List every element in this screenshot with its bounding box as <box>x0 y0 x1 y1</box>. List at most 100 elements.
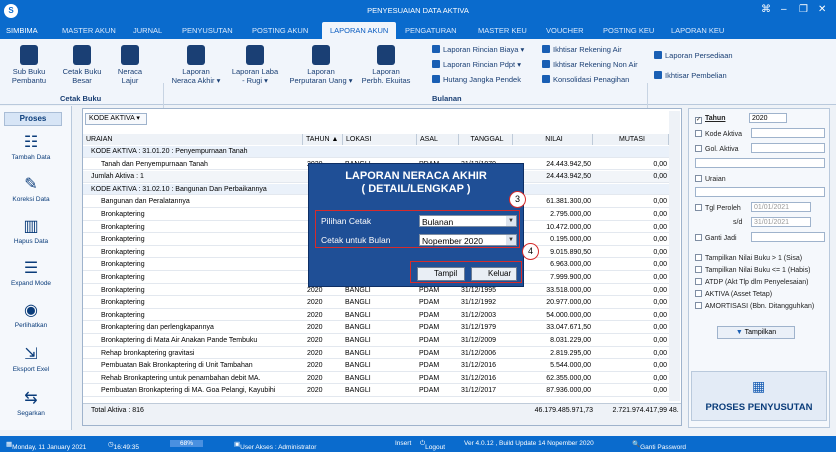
app-menu-icon[interactable]: ⌘ <box>761 4 771 15</box>
doc-icon <box>542 75 550 83</box>
menu-voucher[interactable]: VOUCHER <box>546 26 584 35</box>
status-time: ◷ 16:49:35 <box>108 441 139 451</box>
ganti-password-button[interactable]: 🔍 Ganti Password <box>632 440 686 451</box>
vertical-scrollbar[interactable] <box>669 111 680 401</box>
table-row[interactable]: Rehab Bronkaptering untuk penambahan deb… <box>83 373 669 385</box>
minimize-button[interactable]: – <box>781 4 787 15</box>
laporan-perputaran-uang-button[interactable]: Laporan Perputaran Uang ▾ <box>288 45 354 85</box>
book-icon <box>73 45 91 65</box>
proses-penyusutan-button[interactable]: ▦ PROSES PENYUSUTAN <box>691 371 827 421</box>
laporan-neraca-akhir-button[interactable]: Laporan Neraca Akhir ▾ <box>170 45 222 85</box>
hapus-data-button[interactable]: ▥ Hapus Data <box>0 218 62 245</box>
menu-posting-keu[interactable]: POSTING KEU <box>603 26 654 35</box>
col-header-nilai[interactable]: NILAI <box>513 134 593 145</box>
tgl-peroleh-label: Tgl Peroleh <box>705 205 741 212</box>
table-row[interactable]: Pembuatan Bronkaptering di MA. Goa Pelan… <box>83 385 669 397</box>
opt-aktiva-checkbox[interactable]: AKTIVA (Asset Tetap) <box>695 290 772 298</box>
expand-mode-button[interactable]: ☰ Expand Mode <box>0 260 62 287</box>
col-header-tahun[interactable]: TAHUN ▲ <box>303 134 343 145</box>
opt-atdp-checkbox[interactable]: ATDP (Akt Tlp dlm Penyelesaian) <box>695 278 809 286</box>
cell-nilai: 8.031.229,00 <box>550 337 591 344</box>
cell-uraian: Bronkaptering <box>101 261 145 269</box>
laporan-rincian-biaya-label: Laporan Rincian Biaya ▾ <box>443 45 525 54</box>
konsolidasi-penagihan-label: Konsolidasi Penagihan <box>553 75 630 84</box>
table-row[interactable]: Pembuatan Bak Bronkaptering di Unit Tamb… <box>83 360 669 372</box>
sub-buku-pembantu-button[interactable]: Sub Buku Pembantu <box>8 45 50 85</box>
menu-laporan-keu[interactable]: LAPORAN KEU <box>671 26 724 35</box>
kode-aktiva-input[interactable] <box>751 128 825 138</box>
uraian-checkbox[interactable]: Uraian <box>695 175 726 183</box>
table-row[interactable]: Rehap bronkaptering gravitasi 2020 BANGLI P… <box>83 348 669 360</box>
ikhtisar-pembelian-button[interactable]: Ikhtisar Pembelian <box>654 71 727 80</box>
cell-lokasi: BANGLI <box>345 362 371 370</box>
menu-master-keu[interactable]: MASTER KEU <box>478 26 527 35</box>
filter-icon: ▼ <box>735 329 743 336</box>
cell-nilai: 7.999.900,00 <box>550 274 591 281</box>
close-button[interactable]: ✕ <box>818 4 826 15</box>
ganti-jadi-input[interactable] <box>751 232 825 242</box>
laporan-rincian-biaya-button[interactable]: Laporan Rincian Biaya ▾ <box>432 45 524 54</box>
tgl-peroleh-checkbox[interactable]: Tgl Peroleh <box>695 204 741 212</box>
status-bar: ▦ Monday, 11 January 2021 ◷ 16:49:35 68%… <box>0 436 836 452</box>
title-bar: S PENYESUAIAN DATA AKTIVA ⌘ – ❐ ✕ <box>0 0 836 22</box>
table-row[interactable]: Bronkaptering 2020 BANGLI PDAM 31/12/2003 54.… <box>83 310 669 322</box>
segarkan-button[interactable]: ⇆ Segarkan <box>0 390 62 417</box>
kode-aktiva-checkbox[interactable]: Kode Aktiva <box>695 130 742 138</box>
table-row[interactable]: Bronkaptering 2020 BANGLI PDAM 31/12/1992 20.… <box>83 297 669 309</box>
checkbox-icon <box>695 130 702 137</box>
laporan-persediaan-button[interactable]: Laporan Persediaan <box>654 51 733 60</box>
col-header-asal[interactable]: ASAL <box>417 134 459 145</box>
col-header-lokasi[interactable]: LOKASI <box>343 134 417 145</box>
cell-uraian: Bronkaptering <box>101 299 145 307</box>
pencil-icon: ✎ <box>24 176 38 193</box>
menu-pengaturan[interactable]: PENGATURAN <box>405 26 457 35</box>
neraca-lajur-button[interactable]: Neraca Lajur <box>112 45 148 85</box>
cell-tahun: 2020 <box>307 374 323 382</box>
gol-aktiva-input[interactable] <box>751 143 825 153</box>
gol-aktiva-checkbox[interactable]: Gol. Aktiva <box>695 145 738 153</box>
ikhtisar-rekening-air-button[interactable]: Ikhtisar Rekening Air <box>542 45 622 54</box>
tgl-to-input[interactable]: 31/01/2021 <box>751 217 811 227</box>
tampilkan-button[interactable]: ▼ Tampilkan <box>717 326 795 339</box>
horizontal-scrollbar[interactable] <box>83 416 681 425</box>
col-header-uraian[interactable]: URAIAN <box>83 134 303 145</box>
menu-jurnal[interactable]: JURNAL <box>133 26 162 35</box>
gol-aktiva-detail-input[interactable] <box>695 158 825 168</box>
tgl-from-input[interactable]: 01/01/2021 <box>751 202 811 212</box>
group-by-chip[interactable]: KODE AKTIVA ▾ <box>85 113 147 125</box>
col-header-mutasi[interactable]: MUTASI <box>593 134 669 145</box>
perlihatkan-button[interactable]: ◉ Perlihatkan <box>0 302 62 329</box>
opt-nilai-sisa-checkbox[interactable]: Tampilkan Nilai Buku > 1 (Sisa) <box>695 254 802 262</box>
menu-simbima[interactable]: SIMBIMA <box>6 26 38 35</box>
ikhtisar-rekening-non-air-label: Ikhtisar Rekening Non Air <box>553 60 638 69</box>
konsolidasi-penagihan-button[interactable]: Konsolidasi Penagihan <box>542 75 629 84</box>
menu-posting-akun[interactable]: POSTING AKUN <box>252 26 308 35</box>
cell-asal: PDAM <box>419 349 440 357</box>
hutang-jangka-pendek-button[interactable]: Hutang Jangka Pendek <box>432 75 521 84</box>
table-row[interactable]: Bronkaptering di Mata Air Anakan Pande T… <box>83 335 669 347</box>
cell-asal: PDAM <box>419 311 440 319</box>
menu-laporan-akun[interactable]: LAPORAN AKUN <box>322 22 397 39</box>
ikhtisar-rekening-non-air-button[interactable]: Ikhtisar Rekening Non Air <box>542 60 638 69</box>
group-row[interactable]: KODE AKTIVA : 31.01.20 : Penyempurnaan T… <box>83 146 669 158</box>
tambah-data-button[interactable]: ☷ Tambah Data <box>0 134 62 161</box>
tahun-checkbox[interactable]: ✓ Tahun <box>695 115 725 124</box>
col-header-tanggal[interactable]: TANGGAL <box>459 134 513 145</box>
eksport-exel-button[interactable]: ⇲ Eksport Exel <box>0 346 62 373</box>
menu-penyusutan[interactable]: PENYUSUTAN <box>182 26 233 35</box>
cetak-buku-besar-button[interactable]: Cetak Buku Besar <box>60 45 104 85</box>
opt-amortisasi-checkbox[interactable]: AMORTISASI (Bbn. Ditangguhkan) <box>695 302 814 310</box>
koreksi-data-button[interactable]: ✎ Koreksi Data <box>0 176 62 203</box>
table-row[interactable]: Bronkaptering dan perlengkapannya 2020 BAN… <box>83 322 669 334</box>
logout-button[interactable]: ⏻ Logout <box>420 440 445 451</box>
ganti-jadi-checkbox[interactable]: Ganti Jadi <box>695 234 737 242</box>
laporan-laba-rugi-button[interactable]: Laporan Laba - Rugi ▾ <box>228 45 282 85</box>
maximize-button[interactable]: ❐ <box>799 4 808 15</box>
money-book-icon <box>312 45 330 65</box>
laporan-perbh-ekuitas-button[interactable]: Laporan Perbh. Ekuitas <box>360 45 412 85</box>
menu-master-akun[interactable]: MASTER AKUN <box>62 26 116 35</box>
tahun-input[interactable]: 2020 <box>749 113 787 123</box>
laporan-rincian-pdpt-button[interactable]: Laporan Rincian Pdpt ▾ <box>432 60 521 69</box>
uraian-input[interactable] <box>695 187 825 197</box>
opt-nilai-habis-checkbox[interactable]: Tampilkan Nilai Buku <= 1 (Habis) <box>695 266 810 274</box>
